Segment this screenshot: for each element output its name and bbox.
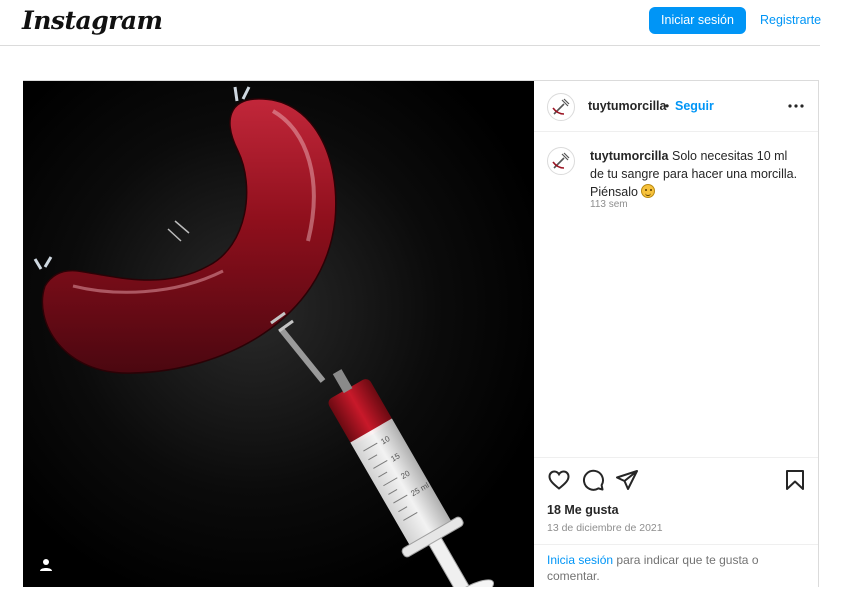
login-prompt-link[interactable]: Inicia sesión <box>547 553 613 567</box>
caption-avatar[interactable] <box>547 147 575 175</box>
fork-logo-icon <box>552 152 570 169</box>
separator-dot: • <box>665 99 670 113</box>
caption-timestamp[interactable]: 113 sem <box>590 199 628 210</box>
login-prompt: Inicia sesión para indicar que te gusta … <box>534 544 818 587</box>
avatar[interactable] <box>547 93 575 121</box>
post-card: 10 15 20 25 ml tuytumorcilla • Seguir tu… <box>23 80 819 587</box>
post-header: tuytumorcilla • Seguir <box>534 81 818 132</box>
more-options-icon[interactable] <box>786 96 806 116</box>
post-username[interactable]: tuytumorcilla <box>588 99 667 113</box>
smiling-face-icon <box>641 184 656 198</box>
login-button[interactable]: Iniciar sesión <box>649 7 746 34</box>
share-icon[interactable] <box>615 468 639 492</box>
comment-icon[interactable] <box>581 468 605 492</box>
instagram-logo[interactable]: Instagram <box>22 6 163 35</box>
bookmark-icon[interactable] <box>783 468 807 492</box>
caption-username[interactable]: tuytumorcilla <box>590 149 669 163</box>
follow-button[interactable]: Seguir <box>675 99 714 113</box>
top-bar: Instagram Iniciar sesión Registrarte <box>0 0 821 46</box>
signup-link[interactable]: Registrarte <box>760 13 821 27</box>
heart-icon[interactable] <box>547 468 571 492</box>
like-count[interactable]: 18 Me gusta <box>547 503 619 517</box>
post-image-graphic: 10 15 20 25 ml <box>23 81 534 587</box>
user-tag-icon[interactable] <box>38 557 54 573</box>
fork-logo-icon <box>552 98 570 115</box>
post-image: 10 15 20 25 ml <box>23 81 534 587</box>
post-date: 13 de diciembre de 2021 <box>547 522 663 534</box>
post-sidebar: tuytumorcilla • Seguir tuytumorcilla Sol… <box>534 81 818 587</box>
post-caption: tuytumorcilla Solo necesitas 10 ml de tu… <box>590 147 800 201</box>
action-bar <box>534 457 818 498</box>
